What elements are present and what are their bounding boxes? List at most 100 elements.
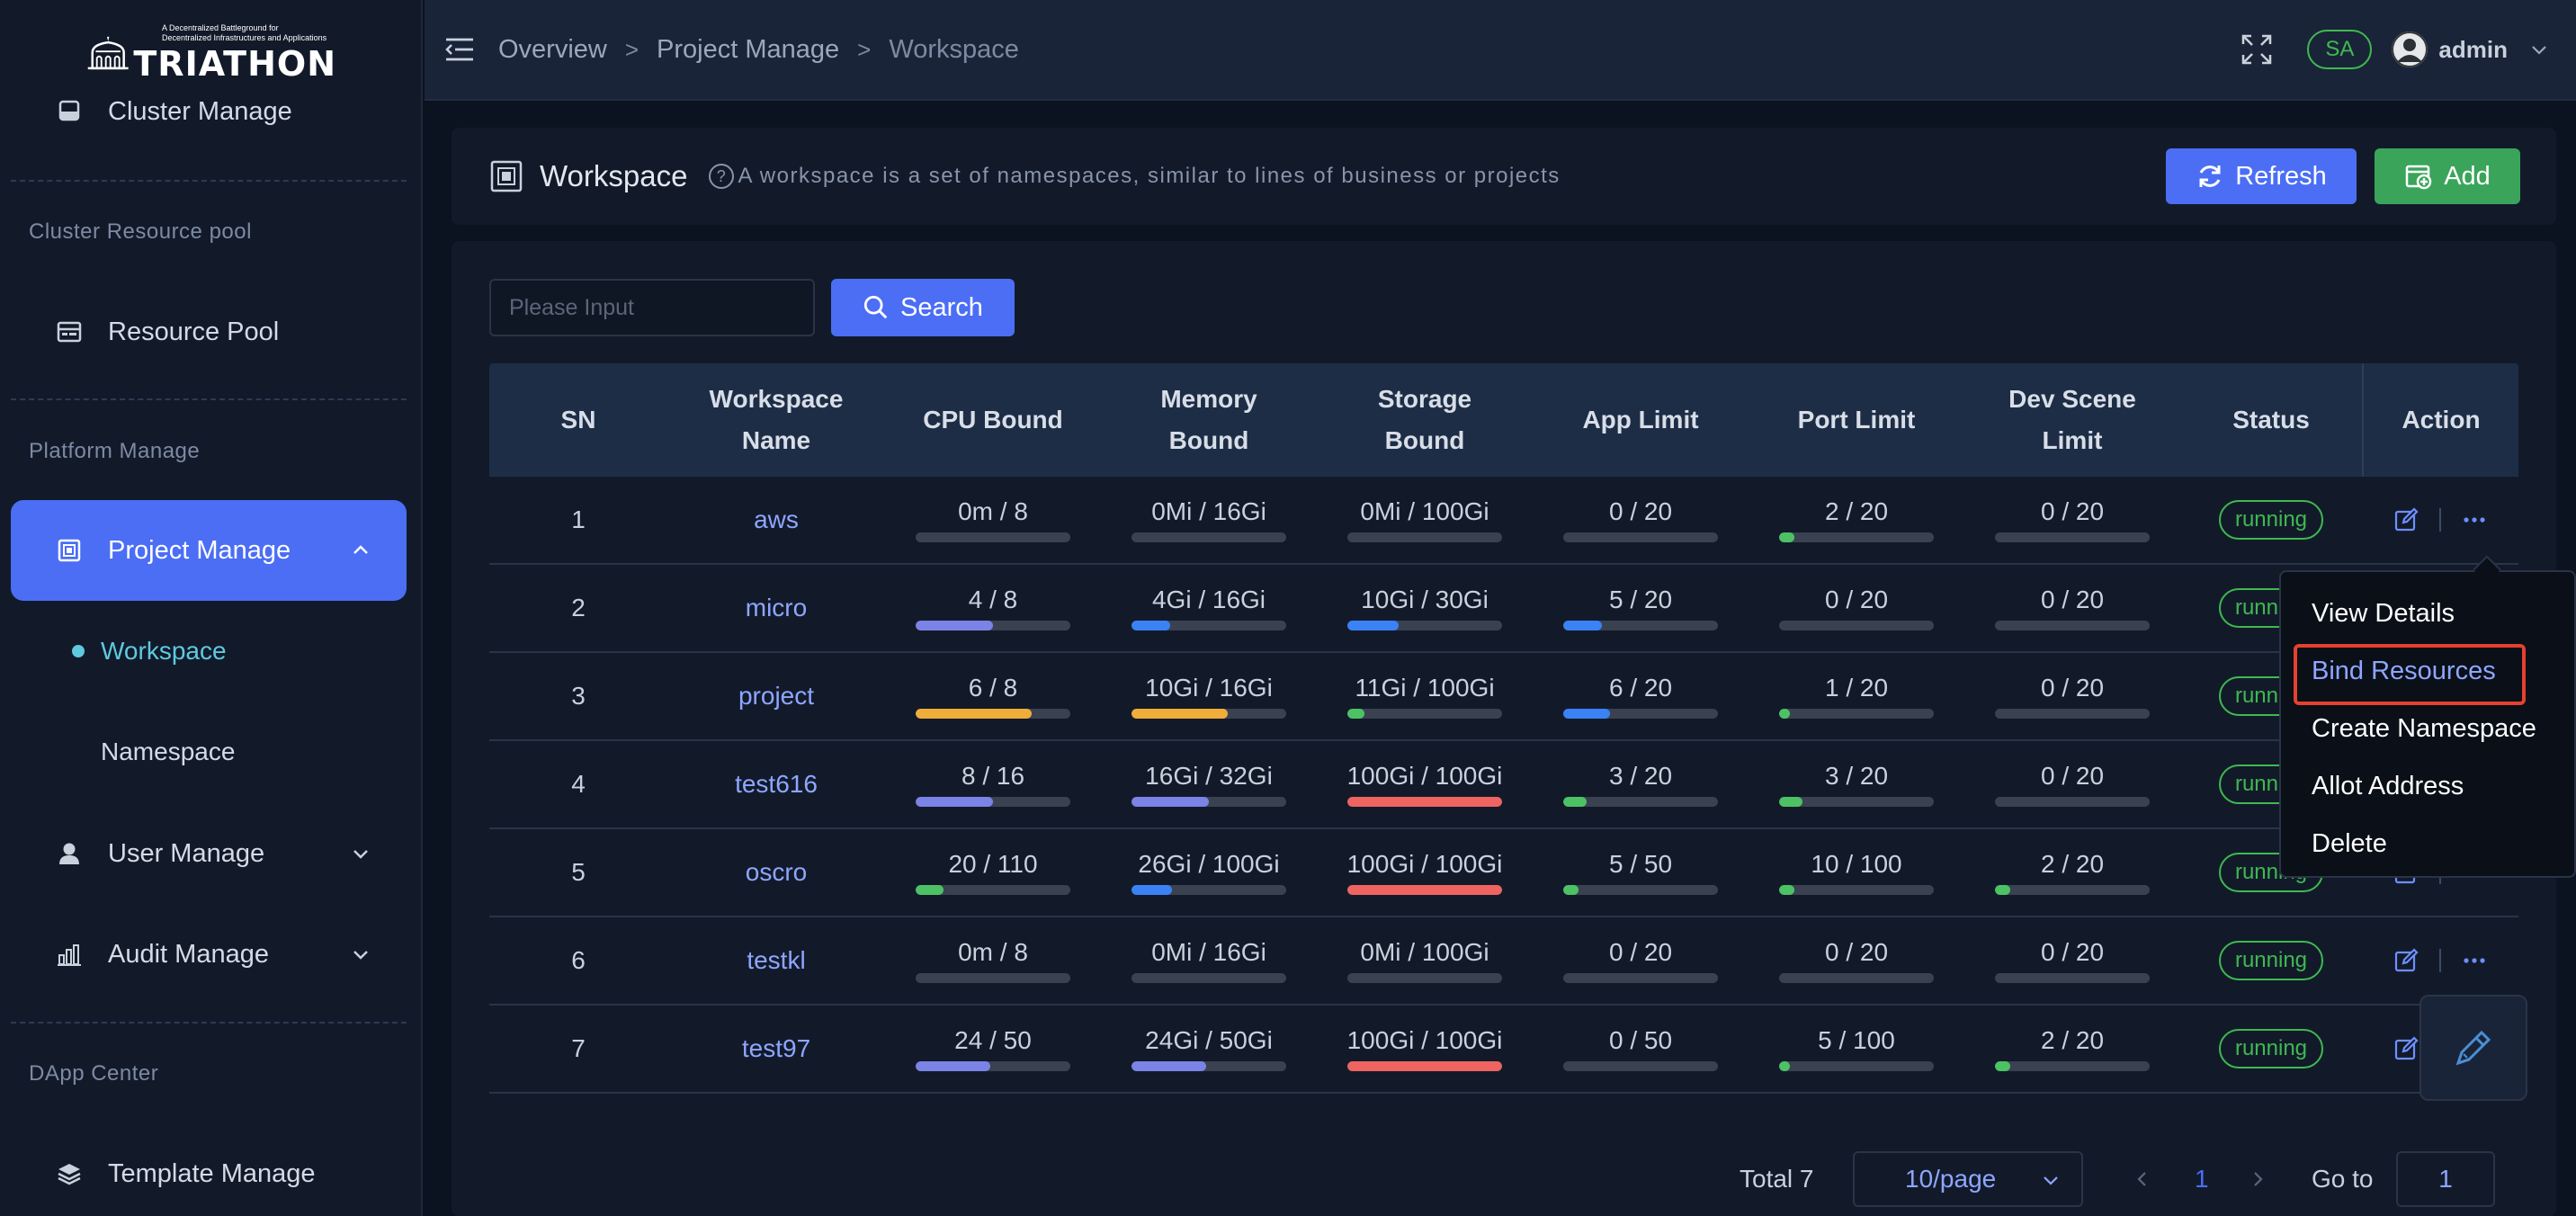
workspace-name-link[interactable]: testkl: [667, 917, 885, 1004]
more-icon[interactable]: [2461, 947, 2488, 974]
sidebar-item-cluster-manage[interactable]: Cluster Manage: [11, 63, 407, 162]
chevron-down-icon[interactable]: [351, 944, 371, 964]
sidebar-item-project-manage[interactable]: Project Manage: [11, 500, 407, 601]
goto-input[interactable]: 1: [2396, 1151, 2495, 1207]
sto-value: 100Gi / 100Gi: [1346, 849, 1503, 878]
sto-progress-fill: [1347, 1060, 1502, 1071]
app-value: 5 / 20: [1608, 585, 1673, 613]
page-size-select[interactable]: 10/page: [1853, 1151, 2083, 1207]
cell-dev: 2 / 20: [1964, 1006, 2180, 1092]
cpu-value: 4 / 8: [968, 585, 1018, 613]
help-icon[interactable]: ?: [709, 164, 735, 189]
add-button[interactable]: Add: [2375, 148, 2520, 204]
cell-app: 0 / 20: [1533, 477, 1749, 563]
cell-mem: 0Mi / 16Gi: [1101, 917, 1317, 1004]
cell-dev: 0 / 20: [1964, 565, 2180, 651]
port-progress-fill: [1779, 796, 1802, 807]
refresh-button[interactable]: Refresh: [2166, 148, 2357, 204]
menu-item-delete[interactable]: Delete: [2281, 815, 2574, 872]
sto-progress-track: [1347, 796, 1502, 807]
workspace-name-link[interactable]: oscro: [667, 829, 885, 916]
sto-progress-track: [1347, 620, 1502, 630]
sidebar-subitem-workspace[interactable]: Workspace: [101, 637, 227, 666]
sto-value: 100Gi / 100Gi: [1346, 761, 1503, 790]
mem-progress-fill: [1131, 1060, 1206, 1071]
sidebar-item-label: Project Manage: [108, 535, 291, 565]
pagination-total: Total 7: [1740, 1165, 1814, 1193]
cell-cpu: 20 / 110: [885, 829, 1101, 916]
sidebar-subitem-namespace[interactable]: Namespace: [101, 738, 235, 766]
workspace-name-link[interactable]: test616: [667, 741, 885, 827]
port-progress-fill: [1779, 884, 1795, 895]
edit-icon[interactable]: [2393, 1035, 2419, 1062]
menu-item-create-namespace[interactable]: Create Namespace: [2281, 700, 2574, 757]
next-page-icon[interactable]: [2247, 1168, 2268, 1190]
workspace-name-link[interactable]: aws: [667, 477, 885, 563]
app-progress-track: [1563, 620, 1718, 630]
dev-progress-track: [1995, 532, 2150, 542]
sa-badge[interactable]: SA: [2307, 30, 2373, 69]
current-page[interactable]: 1: [2195, 1151, 2209, 1207]
workspace-name-link[interactable]: test97: [667, 1006, 885, 1092]
chevron-down-icon[interactable]: [351, 844, 371, 863]
mem-progress-track: [1131, 708, 1286, 719]
cell-dev: 0 / 20: [1964, 741, 2180, 827]
cell-status: running: [2180, 1006, 2362, 1092]
page-title-panel: Workspace ? A workspace is a set of name…: [452, 128, 2556, 225]
page-hint: ? A workspace is a set of namespaces, si…: [709, 164, 1560, 189]
status-badge: running: [2218, 941, 2324, 980]
cell-sn: 4: [571, 770, 586, 798]
port-progress-track: [1779, 796, 1934, 807]
floating-edit-button[interactable]: [2419, 995, 2527, 1101]
cell-port: 10 / 100: [1749, 829, 1964, 916]
port-progress-fill: [1779, 532, 1795, 542]
breadcrumb-overview[interactable]: Overview: [498, 35, 607, 65]
server-icon: [56, 97, 83, 124]
app-progress-track: [1563, 884, 1718, 895]
app-progress-fill: [1563, 796, 1587, 807]
search-button[interactable]: Search: [831, 279, 1015, 336]
menu-item-view-details[interactable]: View Details: [2281, 585, 2574, 642]
chevron-up-icon[interactable]: [351, 541, 371, 560]
port-value: 2 / 20: [1824, 496, 1889, 525]
cell-port: 5 / 100: [1749, 1006, 1964, 1092]
edit-icon[interactable]: [2393, 947, 2419, 974]
prev-page-icon[interactable]: [2132, 1168, 2153, 1190]
search-button-label: Search: [900, 292, 983, 322]
user-name[interactable]: admin: [2438, 36, 2508, 64]
more-icon[interactable]: [2461, 506, 2488, 533]
dev-progress-fill: [1995, 884, 2011, 895]
fullscreen-icon[interactable]: [2241, 33, 2273, 66]
menu-fold-icon[interactable]: [444, 36, 475, 63]
port-progress-track: [1779, 1060, 1934, 1071]
col-app-limit: App Limit: [1582, 406, 1699, 434]
menu-item-bind-resources[interactable]: Bind Resources: [2281, 642, 2574, 705]
search-input[interactable]: [489, 279, 815, 336]
sidebar-item-template-manage[interactable]: Template Manage: [11, 1124, 407, 1216]
workspace-name-link[interactable]: project: [667, 653, 885, 739]
cell-mem: 0Mi / 16Gi: [1101, 477, 1317, 563]
workspace-name-link[interactable]: micro: [667, 565, 885, 651]
sto-progress-track: [1347, 972, 1502, 983]
cell-mem: 16Gi / 32Gi: [1101, 741, 1317, 827]
active-dot: [72, 645, 85, 657]
port-progress-fill: [1779, 1060, 1791, 1071]
menu-item-allot-address[interactable]: Allot Address: [2281, 757, 2574, 815]
chevron-down-icon[interactable]: [2529, 40, 2549, 59]
edit-icon[interactable]: [2393, 506, 2419, 533]
sidebar-item-audit-manage[interactable]: Audit Manage: [11, 905, 407, 1004]
add-icon: [2405, 165, 2432, 190]
sidebar-item-label: Cluster Manage: [108, 97, 292, 126]
cpu-progress-track: [916, 796, 1070, 807]
dev-progress-fill: [1995, 1060, 2011, 1071]
mem-value: 24Gi / 50Gi: [1145, 1025, 1273, 1054]
cell-port: 0 / 20: [1749, 917, 1964, 1004]
sidebar-item-user-manage[interactable]: User Manage: [11, 804, 407, 903]
breadcrumb-project-manage[interactable]: Project Manage: [657, 35, 839, 65]
user-avatar-icon[interactable]: [2392, 31, 2428, 67]
port-value: 3 / 20: [1824, 761, 1889, 790]
port-progress-track: [1779, 620, 1934, 630]
sidebar-item-resource-pool[interactable]: Resource Pool: [11, 282, 407, 381]
sto-progress-track: [1347, 1060, 1502, 1071]
dev-value: 0 / 20: [2040, 585, 2105, 613]
